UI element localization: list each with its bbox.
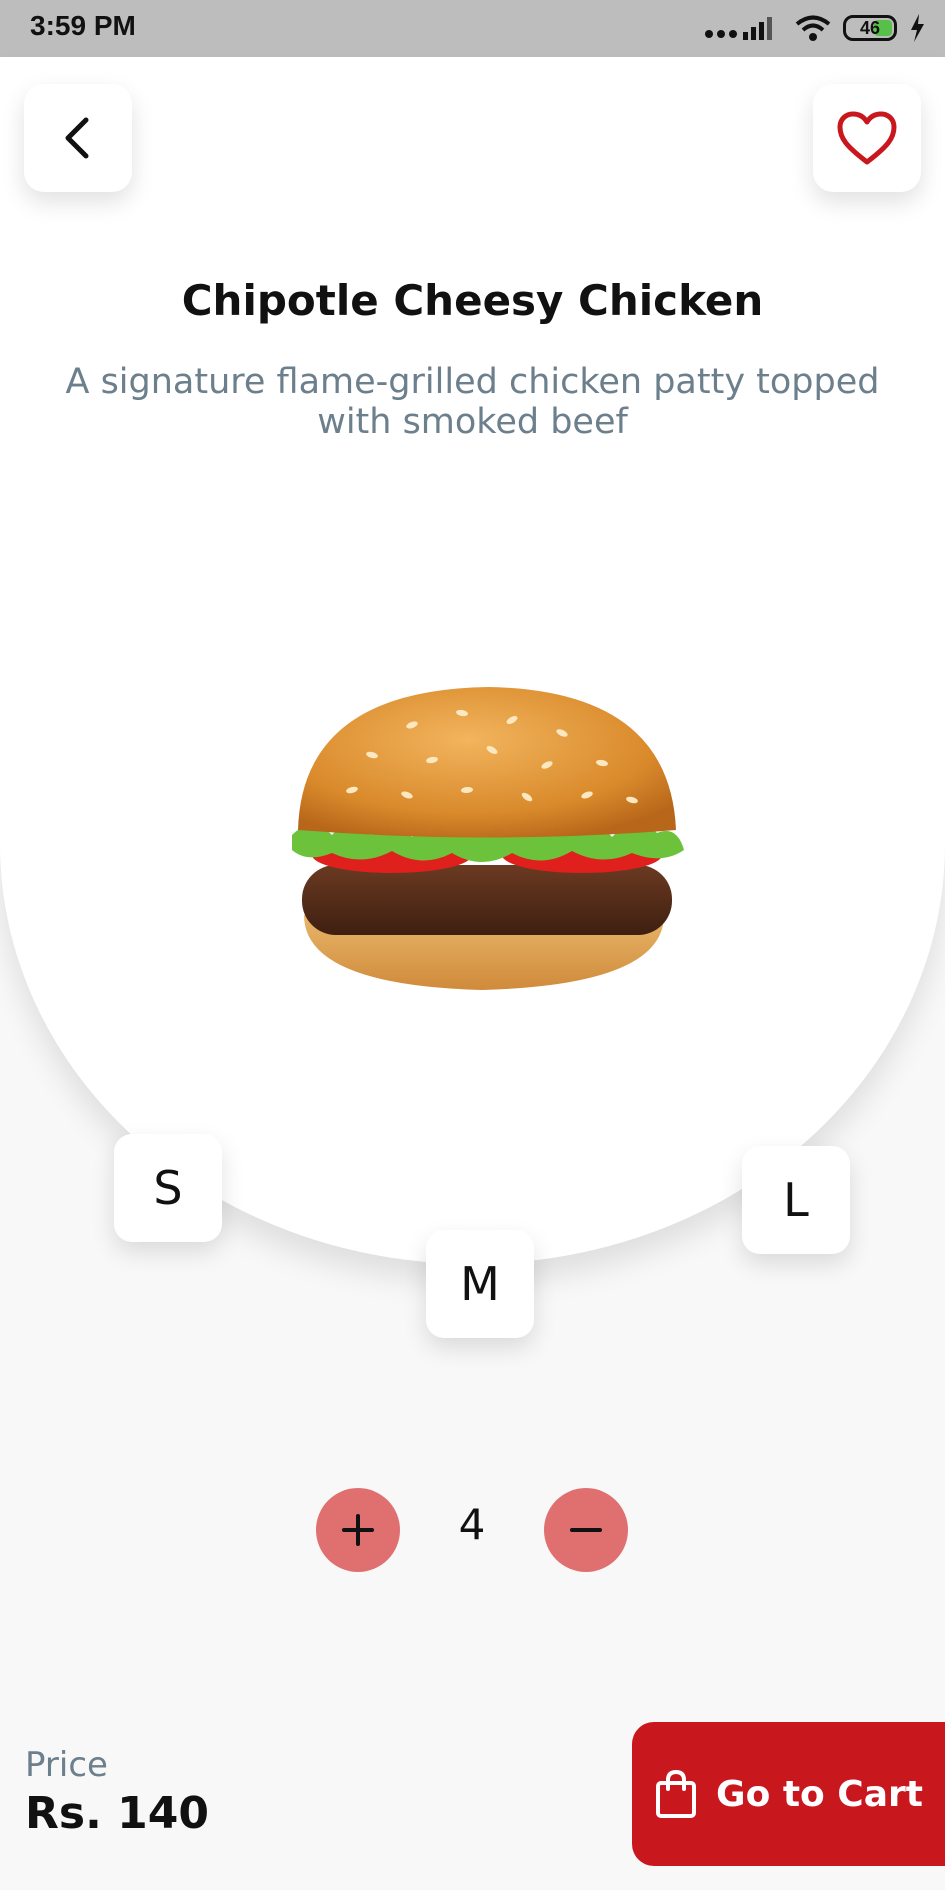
favorite-button[interactable] [813,84,921,192]
heart-icon [837,111,897,165]
signal-icon [705,17,772,40]
price-value: Rs. 140 [25,1788,209,1839]
battery-level: 46 [859,17,881,38]
product-title: Chipotle Cheesy Chicken [181,276,764,325]
status-bar: 3:59 PM 46 [0,0,945,57]
shopping-bag-icon [656,1769,697,1818]
quantity-increase-button[interactable] [316,1488,400,1572]
go-to-cart-label: Go to Cart [716,1773,923,1815]
size-small-button[interactable]: S [114,1134,222,1242]
product-description: A signature flame-grilled chicken patty … [65,362,880,442]
back-button[interactable] [24,84,132,192]
go-to-cart-button[interactable]: Go to Cart [632,1722,945,1866]
plus-icon [342,1514,374,1546]
wifi-icon [795,15,831,41]
quantity-decrease-button[interactable] [544,1488,628,1572]
size-large-button[interactable]: L [742,1146,850,1254]
charging-icon [911,14,924,42]
chevron-left-icon [65,117,89,159]
product-hero-background [0,57,945,1264]
burger-image [292,687,684,990]
size-medium-button[interactable]: M [426,1230,534,1338]
battery-icon: 46 [843,15,897,41]
status-time: 3:59 PM [30,10,136,41]
price-label: Price [25,1745,108,1785]
minus-icon [570,1528,602,1532]
status-icons: 46 [703,10,925,46]
quantity-value: 4 [458,1500,486,1549]
